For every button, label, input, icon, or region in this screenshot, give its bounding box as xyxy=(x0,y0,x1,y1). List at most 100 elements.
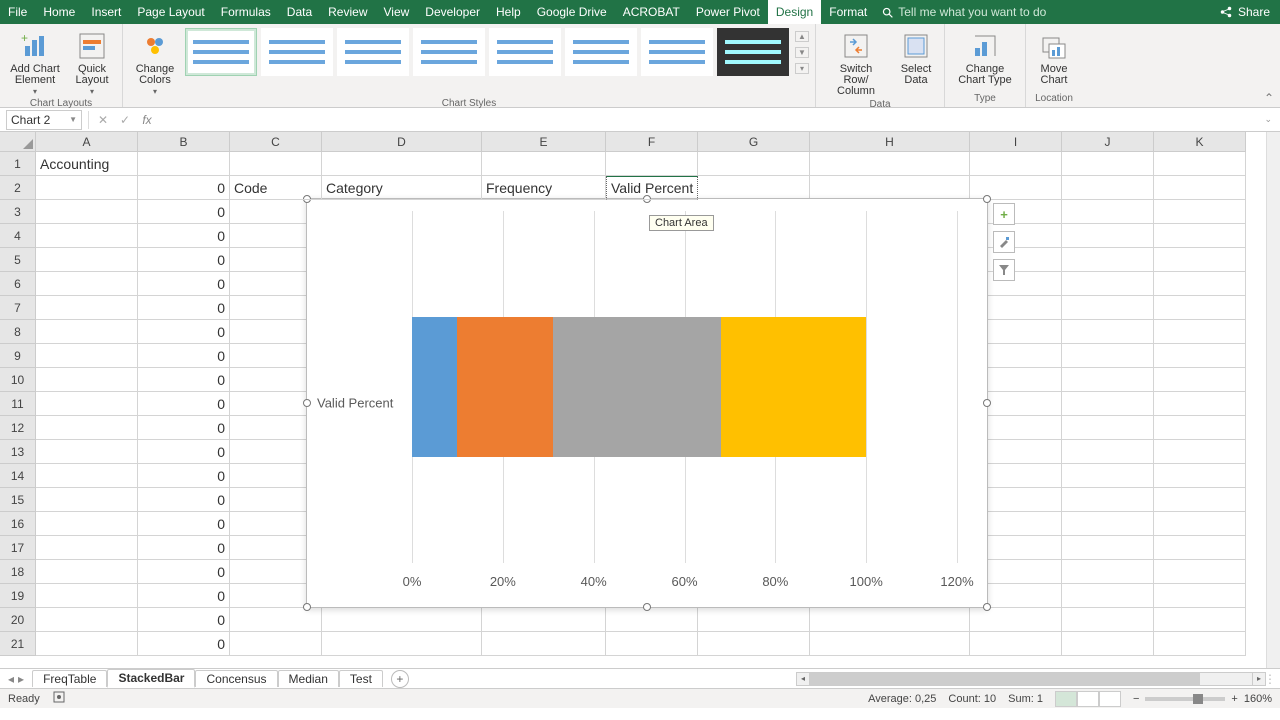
cell[interactable]: 0 xyxy=(138,416,230,440)
change-chart-type-button[interactable]: Change Chart Type xyxy=(951,28,1019,88)
formula-input[interactable] xyxy=(161,110,1252,130)
tab-pagelayout[interactable]: Page Layout xyxy=(129,0,212,24)
row-header[interactable]: 19 xyxy=(0,584,36,608)
cell[interactable] xyxy=(1154,152,1246,176)
cell[interactable] xyxy=(36,560,138,584)
cell[interactable]: 0 xyxy=(138,512,230,536)
cell[interactable] xyxy=(606,608,698,632)
cell[interactable] xyxy=(36,416,138,440)
cell[interactable] xyxy=(1062,248,1154,272)
cell[interactable] xyxy=(36,584,138,608)
cell[interactable] xyxy=(970,608,1062,632)
tab-insert[interactable]: Insert xyxy=(83,0,129,24)
cell[interactable] xyxy=(970,152,1062,176)
tab-developer[interactable]: Developer xyxy=(417,0,488,24)
cell[interactable] xyxy=(1154,608,1246,632)
cell[interactable] xyxy=(810,632,970,656)
cell[interactable] xyxy=(1062,272,1154,296)
cell[interactable] xyxy=(36,440,138,464)
sheet-nav-next-icon[interactable]: ▸ xyxy=(18,672,24,686)
collapse-ribbon-icon[interactable]: ⌃ xyxy=(1264,91,1274,105)
cell[interactable]: Accounting xyxy=(36,152,138,176)
row-header[interactable]: 18 xyxy=(0,560,36,584)
name-box[interactable]: Chart 2 ▼ xyxy=(6,110,82,130)
row-header[interactable]: 14 xyxy=(0,464,36,488)
cell[interactable]: 0 xyxy=(138,296,230,320)
chart-style-3[interactable] xyxy=(337,28,409,76)
cell[interactable] xyxy=(1062,224,1154,248)
tell-me[interactable]: Tell me what you want to do xyxy=(881,5,1046,19)
plot-area[interactable]: 0%20%40%60%80%100%120% xyxy=(412,211,957,563)
bar-segment[interactable] xyxy=(457,317,552,457)
tab-view[interactable]: View xyxy=(376,0,418,24)
view-pagebreak-button[interactable] xyxy=(1099,691,1121,707)
zoom-in-button[interactable]: + xyxy=(1231,693,1237,705)
cell[interactable]: 0 xyxy=(138,176,230,200)
cell[interactable]: 0 xyxy=(138,584,230,608)
cell[interactable] xyxy=(1062,176,1154,200)
cell[interactable] xyxy=(36,464,138,488)
view-pagelayout-button[interactable] xyxy=(1077,691,1099,707)
cell[interactable] xyxy=(1154,320,1246,344)
cell[interactable]: 0 xyxy=(138,224,230,248)
cell[interactable] xyxy=(1154,272,1246,296)
cell[interactable] xyxy=(1062,440,1154,464)
zoom-slider[interactable] xyxy=(1145,697,1225,701)
cell[interactable] xyxy=(1154,200,1246,224)
row-header[interactable]: 9 xyxy=(0,344,36,368)
resize-handle[interactable] xyxy=(983,603,991,611)
cell[interactable] xyxy=(1062,392,1154,416)
row-header[interactable]: 5 xyxy=(0,248,36,272)
cell[interactable] xyxy=(1154,176,1246,200)
cell[interactable] xyxy=(1154,344,1246,368)
change-colors-button[interactable]: Change Colors ▾ xyxy=(129,28,181,98)
tab-review[interactable]: Review xyxy=(320,0,375,24)
cell[interactable] xyxy=(1154,296,1246,320)
cell[interactable] xyxy=(230,632,322,656)
sheet-nav-prev-icon[interactable]: ◂ xyxy=(8,672,14,686)
cell[interactable] xyxy=(36,536,138,560)
col-header-I[interactable]: I xyxy=(970,132,1062,152)
tab-format[interactable]: Format xyxy=(821,0,875,24)
row-header[interactable]: 21 xyxy=(0,632,36,656)
row-header[interactable]: 3 xyxy=(0,200,36,224)
resize-handle[interactable] xyxy=(303,399,311,407)
row-header[interactable]: 8 xyxy=(0,320,36,344)
cell[interactable] xyxy=(36,368,138,392)
bar-segment[interactable] xyxy=(553,317,721,457)
cell[interactable] xyxy=(1062,152,1154,176)
col-header-H[interactable]: H xyxy=(810,132,970,152)
cell[interactable]: 0 xyxy=(138,464,230,488)
resize-handle[interactable] xyxy=(983,399,991,407)
cell[interactable] xyxy=(1062,632,1154,656)
tab-powerpivot[interactable]: Power Pivot xyxy=(688,0,768,24)
cell[interactable] xyxy=(482,608,606,632)
bar-segment[interactable] xyxy=(412,317,457,457)
chart-styles-button[interactable] xyxy=(993,231,1015,253)
row-header[interactable]: 15 xyxy=(0,488,36,512)
resize-handle[interactable] xyxy=(643,603,651,611)
sheet-tab-median[interactable]: Median xyxy=(278,670,339,687)
chart-filters-button[interactable] xyxy=(993,259,1015,281)
styles-down-icon[interactable]: ▼ xyxy=(795,47,809,58)
cell[interactable] xyxy=(1154,248,1246,272)
cell[interactable] xyxy=(36,392,138,416)
cell[interactable] xyxy=(1154,224,1246,248)
cell[interactable] xyxy=(36,488,138,512)
row-header[interactable]: 20 xyxy=(0,608,36,632)
cell[interactable] xyxy=(1062,608,1154,632)
chart-style-2[interactable] xyxy=(261,28,333,76)
cell[interactable] xyxy=(36,248,138,272)
embedded-chart[interactable]: Chart Area Valid Percent 0%20%40%60%80%1… xyxy=(306,198,988,608)
cell[interactable] xyxy=(606,152,698,176)
tab-home[interactable]: Home xyxy=(35,0,83,24)
cell[interactable] xyxy=(482,152,606,176)
switch-rowcol-button[interactable]: Switch Row/ Column xyxy=(822,28,890,99)
row-header[interactable]: 11 xyxy=(0,392,36,416)
row-header[interactable]: 10 xyxy=(0,368,36,392)
sheet-tab-freqtable[interactable]: FreqTable xyxy=(32,670,107,687)
col-header-D[interactable]: D xyxy=(322,132,482,152)
tab-acrobat[interactable]: ACROBAT xyxy=(615,0,688,24)
enter-formula-icon[interactable]: ✓ xyxy=(117,113,133,127)
cell[interactable]: 0 xyxy=(138,488,230,512)
